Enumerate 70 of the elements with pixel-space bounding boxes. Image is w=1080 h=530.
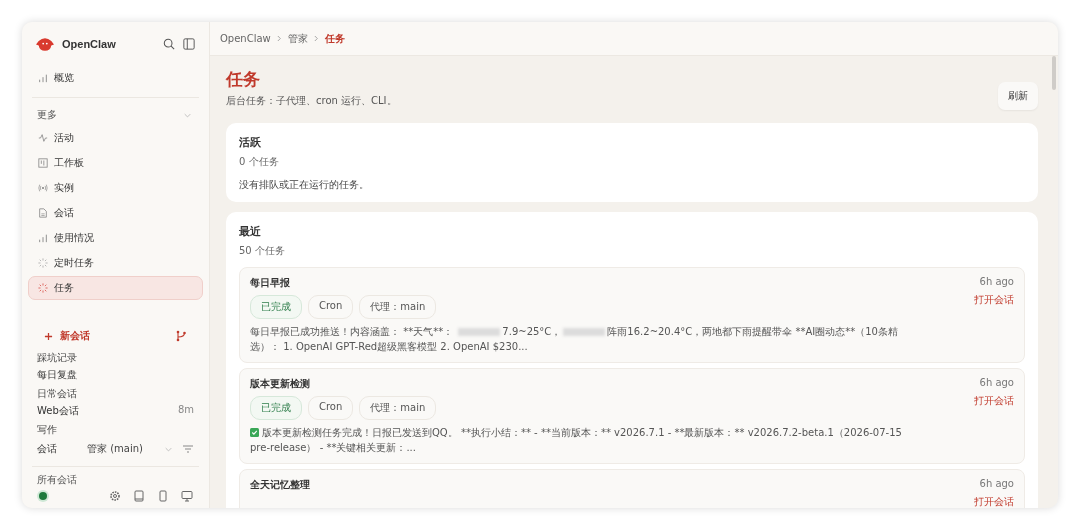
task-time: 6h ago [979, 478, 1014, 489]
breadcrumb-item[interactable]: OpenClaw [220, 33, 271, 44]
nav-item[interactable]: 概览 [28, 66, 203, 90]
task-title: 版本更新检测 [250, 377, 311, 391]
agent-select[interactable]: 管家 (main) [83, 441, 176, 457]
refresh-button[interactable]: 刷新 [998, 82, 1038, 110]
phone-icon[interactable] [157, 490, 169, 502]
task-title: 每日早报 [250, 276, 291, 290]
nav-item[interactable]: 活动 [28, 126, 203, 150]
card-title: 活跃 [239, 135, 262, 150]
scrollbar[interactable] [1052, 56, 1056, 90]
task-count: 0 个任务 [239, 155, 280, 169]
nav-item[interactable]: 任务 [28, 276, 203, 300]
branch-icon[interactable] [175, 330, 187, 342]
open-session-link[interactable]: 打开会话 [974, 293, 1014, 307]
section-header[interactable]: 更多 [28, 104, 203, 126]
sidebar-toggle-icon[interactable] [183, 38, 195, 50]
session-group-label: 踩坑记录 [36, 351, 78, 365]
open-session-link[interactable]: 打开会话 [974, 394, 1014, 408]
logo-icon [36, 36, 54, 52]
session-group-label: 写作 [36, 423, 58, 437]
filter-label: 会话 [37, 442, 58, 456]
new-session-button[interactable]: 新会话 [40, 327, 94, 345]
task-tag: 代理：main [359, 396, 437, 420]
card-title: 最近 [239, 224, 262, 239]
tablet-icon[interactable] [133, 490, 145, 502]
task-title: 全天记忆整理 [250, 478, 311, 492]
nav-item[interactable]: 定时任务 [28, 251, 203, 275]
breadcrumb-separator [313, 33, 319, 44]
brand-name: OpenClaw [62, 38, 117, 50]
task-tag: Cron [308, 396, 354, 420]
breadcrumb-item[interactable]: 管家 [287, 31, 308, 46]
task-count: 50 个任务 [239, 244, 286, 258]
all-sessions-link[interactable]: 所有会话 [28, 473, 203, 487]
spinner-icon [38, 283, 48, 293]
task-tag: 已完成 [250, 295, 302, 319]
nav-item[interactable]: 使用情况 [28, 226, 203, 250]
task-summary: 版本更新检测任务完成！日报已发送到QQ。 **执行小结：** - **当前版本：** v2026.7.1 - **最新版本：** v2026.7.2-beta.1（2026-07-15 pre-release） - **关键相关更新：... [250, 426, 902, 455]
page-title: 任务 [226, 68, 261, 91]
nav-item[interactable]: 会话 [28, 201, 203, 225]
search-icon[interactable] [163, 38, 175, 50]
chevron-icon [165, 446, 172, 452]
pulse-icon [38, 133, 48, 143]
session-item[interactable]: 每日复盘 [37, 368, 77, 382]
check-icon [250, 428, 259, 437]
spinner-icon [38, 258, 48, 268]
session-time: 8m [177, 404, 194, 417]
document-icon [38, 208, 48, 218]
breadcrumb-item[interactable]: 任务 [324, 31, 345, 46]
plus-icon [44, 331, 53, 341]
task-time: 6h ago [979, 377, 1014, 388]
breadcrumb-separator [276, 33, 282, 44]
bar-chart-icon [38, 73, 48, 83]
board-icon [38, 158, 48, 168]
task-tag: 已完成 [250, 396, 302, 420]
bar-chart-icon [38, 233, 48, 243]
page-subtitle: 后台任务：子代理、cron 运行、CLI。 [226, 94, 397, 108]
broadcast-icon [38, 183, 48, 193]
task-time: 6h ago [979, 276, 1014, 287]
open-session-link[interactable]: 打开会话 [974, 495, 1014, 508]
task-tag: 代理：main [359, 295, 437, 319]
task-summary: 每日早报已成功推送！内容涵盖： **天气**： 7.9~25°C， 阵雨16.2~20.4°C，两地都下雨提醒带伞 **AI圈动态**（10条精选）： 1. OpenAI GPT-Red超级黑客模型 2. OpenAI $230... [250, 325, 899, 354]
empty-message: 没有排队或正在运行的任务。 [239, 178, 370, 192]
session-group-label: 日常会话 [36, 387, 78, 401]
session-item[interactable]: Web会话 [37, 404, 79, 418]
task-tag: Cron [308, 295, 354, 319]
settings-icon[interactable] [109, 490, 121, 502]
nav-item[interactable]: 工作板 [28, 151, 203, 175]
monitor-icon[interactable] [181, 490, 193, 502]
nav-item[interactable]: 实例 [28, 176, 203, 200]
